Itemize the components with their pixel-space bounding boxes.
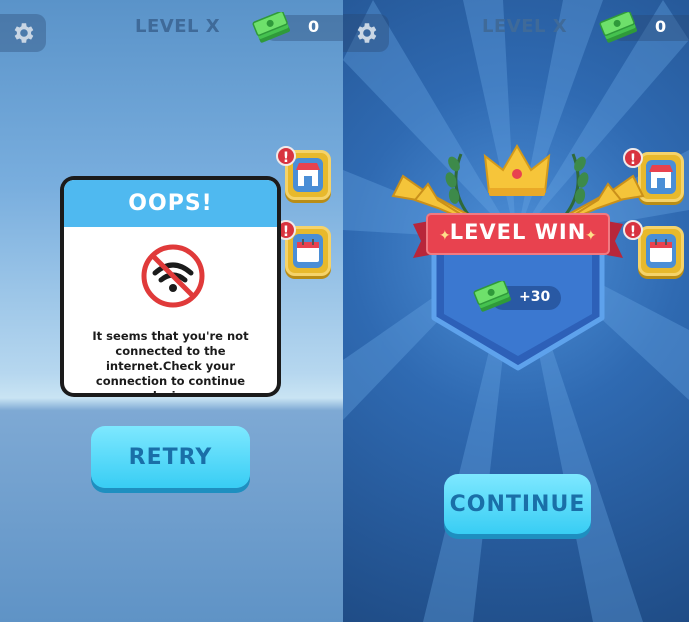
reward-value: +30 xyxy=(519,289,551,305)
money-stack-icon xyxy=(252,12,290,43)
level-title: LEVEL X xyxy=(482,16,568,37)
gear-icon xyxy=(357,23,377,43)
shop-icon xyxy=(293,158,323,192)
retry-button[interactable]: RETRY xyxy=(91,426,250,488)
no-connection-screen: LEVEL X 0 ! ! OOPS! It seems that you're… xyxy=(0,0,343,622)
dialog-message: It seems that you're not connected to th… xyxy=(92,329,249,393)
level-title: LEVEL X xyxy=(135,16,221,37)
level-win-screen: LEVEL X 0 ! ! ✦ ✦ LEVEL WIN +30 CONTINUE xyxy=(343,0,689,622)
gear-icon xyxy=(14,23,34,43)
settings-button[interactable] xyxy=(0,14,46,52)
no-connection-dialog: OOPS! It seems that you're not connected… xyxy=(60,176,281,397)
retry-label: RETRY xyxy=(128,444,213,470)
continue-label: CONTINUE xyxy=(449,491,586,517)
cash-value: 0 xyxy=(308,17,320,36)
cash-value: 0 xyxy=(655,17,667,36)
continue-button[interactable]: CONTINUE xyxy=(444,474,591,534)
shop-alert-badge: ! xyxy=(276,146,296,166)
dialog-title: OOPS! xyxy=(128,191,213,216)
daily-calendar-button[interactable] xyxy=(638,226,684,276)
no-wifi-icon xyxy=(141,244,205,308)
money-stack-icon xyxy=(599,12,637,43)
calendar-icon xyxy=(646,234,676,268)
settings-button[interactable] xyxy=(343,14,389,52)
shop-alert-badge: ! xyxy=(623,148,643,168)
dialog-header: OOPS! xyxy=(64,180,277,227)
money-stack-icon xyxy=(473,281,511,312)
crown-icon xyxy=(483,144,551,196)
level-win-title: LEVEL WIN xyxy=(449,220,587,244)
calendar-icon xyxy=(293,234,323,268)
